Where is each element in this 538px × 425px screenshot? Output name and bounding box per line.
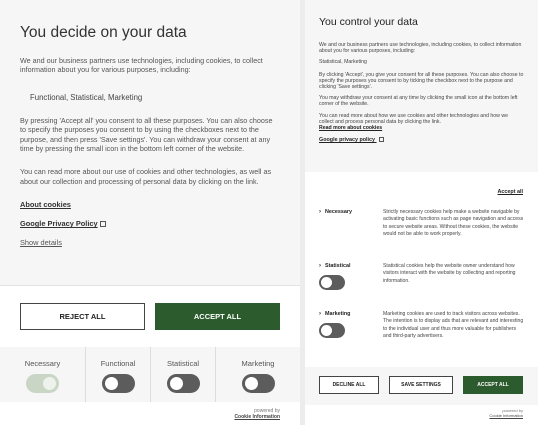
- decline-all-button[interactable]: DECLINE ALL: [319, 376, 379, 394]
- reject-all-button[interactable]: REJECT ALL: [20, 303, 145, 330]
- accept-all-button-right[interactable]: ACCEPT ALL: [463, 376, 523, 394]
- right-button-bar: DECLINE ALL SAVE SETTINGS ACCEPT ALL: [305, 367, 538, 405]
- purpose-toggles: Necessary Functional Statistical Marketi…: [0, 347, 300, 402]
- chevron-right-icon: ›: [319, 263, 321, 269]
- toggle-label-functional: Functional: [100, 359, 136, 368]
- category-name-necessary[interactable]: › Necessary: [319, 209, 352, 215]
- right-read-more-text: You can read more about how we use cooki…: [319, 112, 508, 125]
- show-details-link[interactable]: Show details: [20, 238, 280, 247]
- external-link-icon: [378, 137, 384, 143]
- toggle-statistical-right[interactable]: [319, 275, 345, 290]
- right-powered-by: powered by Cookie Information: [489, 408, 523, 418]
- left-title: You decide on your data: [20, 24, 187, 41]
- right-title: You control your data: [319, 16, 418, 28]
- read-more-cookies-link[interactable]: Read more about cookies: [319, 125, 382, 131]
- save-settings-button[interactable]: SAVE SETTINGS: [389, 376, 453, 394]
- category-label-statistical: Statistical: [325, 263, 351, 269]
- left-content: You decide on your data We and our busin…: [0, 0, 300, 285]
- google-privacy-label: Google Privacy Policy: [20, 219, 98, 229]
- accept-all-link[interactable]: Accept all: [498, 189, 523, 195]
- chevron-right-icon: ›: [319, 311, 321, 317]
- left-purposes: Functional, Statistical, Marketing: [30, 92, 143, 102]
- category-statistical: › Statistical Statistical cookies help th…: [319, 263, 525, 293]
- right-read-more: You can read more about how we use cooki…: [319, 113, 524, 132]
- right-powered-by-link[interactable]: Cookie Information: [489, 413, 523, 418]
- right-intro: We and our business partners use technol…: [319, 42, 522, 55]
- right-google-privacy-label: Google privacy policy: [319, 137, 376, 144]
- right-purposes: Statistical, Marketing: [319, 59, 367, 66]
- toggle-label-marketing: Marketing: [241, 359, 275, 368]
- toggle-label-statistical: Statistical: [166, 359, 200, 368]
- toggle-cell-necessary: Necessary: [0, 347, 86, 402]
- category-name-statistical[interactable]: › Statistical: [319, 263, 350, 269]
- toggle-marketing-right[interactable]: [319, 323, 345, 338]
- toggle-label-necessary: Necessary: [24, 359, 61, 368]
- about-cookies-link[interactable]: About cookies: [20, 200, 280, 209]
- right-header: You control your data We and our busines…: [305, 0, 538, 172]
- category-desc-statistical: Statistical cookies help the website own…: [383, 263, 516, 284]
- chevron-right-icon: ›: [319, 209, 321, 215]
- category-desc-necessary: Strictly necessary cookies help make a w…: [383, 209, 524, 238]
- toggle-functional[interactable]: [101, 374, 135, 393]
- category-desc-marketing: Marketing cookies are used to track visi…: [383, 311, 524, 340]
- left-powered-by-link[interactable]: Cookie Information: [234, 414, 280, 420]
- toggle-marketing[interactable]: [241, 374, 275, 393]
- left-consent-text: By pressing 'Accept all' you consent to …: [20, 115, 273, 154]
- left-powered-by: powered by Cookie Information: [0, 402, 300, 425]
- external-link-icon: [99, 221, 106, 228]
- category-necessary: › Necessary Strictly necessary cookies he…: [319, 209, 525, 249]
- category-name-marketing[interactable]: › Marketing: [319, 311, 350, 317]
- about-cookies-label: About cookies: [20, 200, 71, 210]
- left-intro: We and our business partners use technol…: [20, 56, 263, 75]
- accept-all-button[interactable]: ACCEPT ALL: [155, 303, 280, 330]
- category-label-necessary: Necessary: [325, 209, 352, 215]
- toggle-cell-marketing: Marketing: [216, 347, 300, 402]
- toggle-cell-functional: Functional: [86, 347, 151, 402]
- consent-dialog-left: You decide on your data We and our busin…: [0, 0, 300, 425]
- right-accept-text: By clicking 'Accept', you give your cons…: [319, 71, 524, 91]
- toggle-statistical[interactable]: [166, 374, 200, 393]
- toggle-cell-statistical: Statistical: [151, 347, 216, 402]
- left-button-bar: REJECT ALL ACCEPT ALL: [0, 285, 300, 347]
- right-google-privacy-link[interactable]: Google privacy policy: [319, 137, 524, 143]
- category-marketing: › Marketing Marketing cookies are used to…: [319, 311, 525, 355]
- toggle-necessary[interactable]: [26, 374, 59, 393]
- left-read-more: You can read more about our use of cooki…: [20, 167, 272, 186]
- consent-dialog-right: You control your data We and our busines…: [305, 0, 538, 425]
- category-label-marketing: Marketing: [325, 311, 351, 317]
- right-withdraw-text: You may withdraw your consent at any tim…: [319, 95, 518, 108]
- google-privacy-link[interactable]: Google Privacy Policy: [20, 219, 280, 228]
